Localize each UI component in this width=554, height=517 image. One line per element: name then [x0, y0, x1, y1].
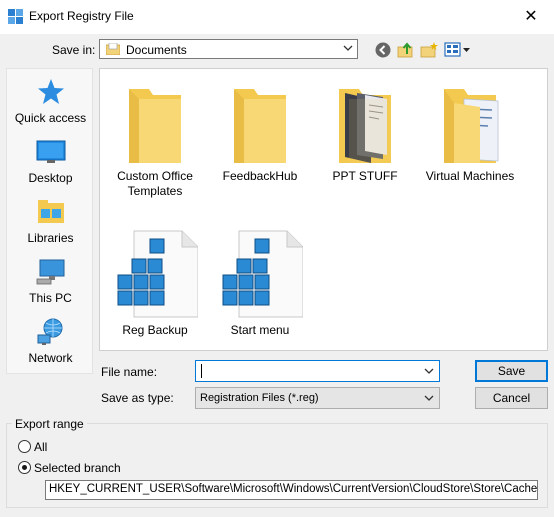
text-caret	[201, 364, 202, 378]
list-item-folder[interactable]: PPT STUFF	[310, 85, 420, 184]
up-folder-icon[interactable]	[397, 41, 415, 59]
file-name-label: Custom Office Templates	[117, 169, 193, 198]
file-name-field-label: File name:	[101, 365, 158, 379]
list-item-folder[interactable]: FeedbackHub	[205, 85, 315, 184]
save-as-type-label: Save as type:	[101, 391, 174, 405]
save-button[interactable]: Save	[475, 360, 548, 382]
desktop-icon	[36, 140, 65, 163]
export-range-title: Export range	[12, 417, 87, 431]
registry-file-icon	[222, 230, 303, 318]
list-item-folder[interactable]: Virtual Machines	[415, 85, 525, 184]
place-network[interactable]: Network	[7, 317, 94, 365]
network-icon	[37, 318, 62, 345]
libraries-icon	[37, 200, 64, 223]
place-label: Libraries	[27, 231, 74, 245]
title-bar: Export Registry File ✕	[0, 0, 554, 34]
documents-folder-icon	[106, 43, 120, 55]
file-list[interactable]: Custom Office Templates FeedbackHub PPT …	[99, 68, 548, 351]
folder-icon	[234, 89, 286, 163]
place-label: Quick access	[14, 111, 87, 125]
list-item-file[interactable]: Start menu	[205, 229, 315, 338]
window-title: Export Registry File	[29, 9, 134, 23]
folder-with-documents-icon	[444, 89, 499, 163]
registry-editor-icon	[8, 9, 23, 24]
file-name-label: PPT STUFF	[332, 169, 398, 183]
list-item-file[interactable]: Reg Backup	[100, 229, 210, 338]
new-folder-icon[interactable]	[420, 41, 438, 59]
save-as-type-value: Registration Files (*.reg)	[200, 392, 319, 404]
radio-all[interactable]	[18, 440, 31, 453]
save-in-label: Save in:	[52, 43, 96, 57]
this-pc-icon	[36, 259, 64, 285]
selected-branch-input[interactable]: HKEY_CURRENT_USER\Software\Microsoft\Win…	[45, 480, 538, 500]
cancel-button[interactable]: Cancel	[475, 387, 548, 409]
folder-with-documents-icon	[339, 89, 391, 163]
quick-access-star-icon	[37, 79, 64, 104]
back-icon[interactable]	[374, 41, 392, 59]
radio-selected-branch-label[interactable]: Selected branch	[34, 461, 121, 475]
place-this-pc[interactable]: This PC	[7, 257, 94, 305]
registry-file-icon	[117, 230, 198, 318]
file-name-label: Reg Backup	[122, 323, 188, 337]
list-item-folder[interactable]: Custom Office Templates	[100, 85, 210, 199]
place-label: Desktop	[28, 171, 73, 185]
radio-selected-branch[interactable]	[18, 461, 31, 474]
folder-icon	[129, 89, 181, 163]
close-icon: ✕	[524, 8, 538, 25]
file-name-label: Virtual Machines	[425, 169, 515, 183]
place-label: This PC	[29, 291, 72, 305]
save-in-value: Documents	[126, 43, 187, 57]
place-libraries[interactable]: Libraries	[7, 197, 94, 245]
selected-branch-value: HKEY_CURRENT_USER\Software\Microsoft\Win…	[49, 483, 538, 495]
save-in-dropdown[interactable]: Documents	[99, 39, 358, 59]
chevron-down-icon	[343, 45, 353, 51]
place-desktop[interactable]: Desktop	[7, 137, 94, 185]
view-menu-icon[interactable]	[444, 41, 470, 59]
export-registry-dialog: Export Registry File ✕ Save in: Document…	[0, 0, 554, 517]
chevron-down-icon[interactable]	[424, 366, 434, 376]
place-label: Network	[28, 351, 73, 365]
file-name-label: FeedbackHub	[222, 169, 298, 183]
close-button[interactable]: ✕	[508, 0, 554, 34]
radio-all-label[interactable]: All	[34, 440, 47, 454]
file-name-label: Start menu	[230, 323, 290, 337]
save-as-type-dropdown[interactable]: Registration Files (*.reg)	[195, 387, 440, 409]
chevron-down-icon	[424, 395, 434, 401]
file-name-input[interactable]	[195, 360, 440, 382]
places-bar: Quick access Desktop Libraries This PC N…	[6, 68, 93, 374]
place-quick-access[interactable]: Quick access	[7, 77, 94, 125]
